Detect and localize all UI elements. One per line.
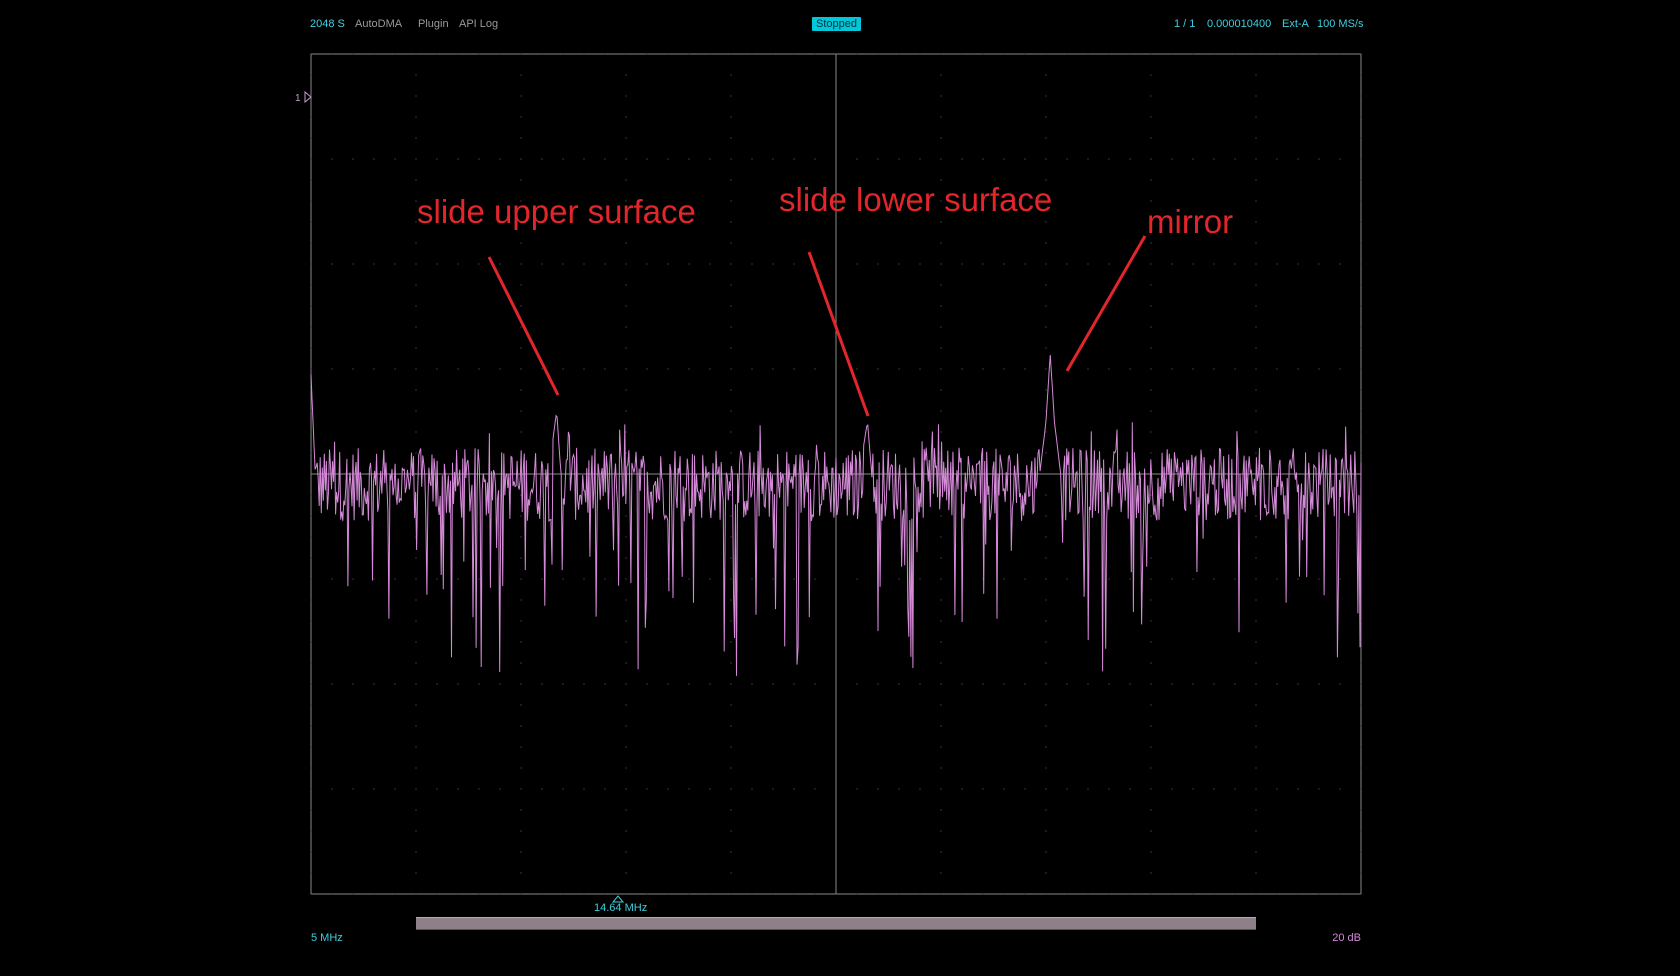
scope-display: 1 (295, 53, 1362, 929)
upper-surface-pointer (487, 256, 560, 396)
channel-1-label: 1 (295, 93, 301, 104)
channel-1-marker-icon[interactable] (304, 90, 312, 104)
x-scale-readout: 5 MHz (311, 932, 343, 944)
mirror-pointer (1065, 235, 1147, 372)
lower-surface-pointer (807, 251, 870, 417)
y-scale-readout: 20 dB (1332, 932, 1361, 944)
annotation-mirror: mirror (1147, 203, 1234, 240)
frequency-marker-label: 14.64 MHz (594, 902, 648, 914)
annotation-slide-lower-surface: slide lower surface (779, 181, 1053, 218)
annotation-slide-upper-surface: slide upper surface (417, 193, 696, 230)
horizontal-scrollbar[interactable] (416, 917, 1256, 930)
